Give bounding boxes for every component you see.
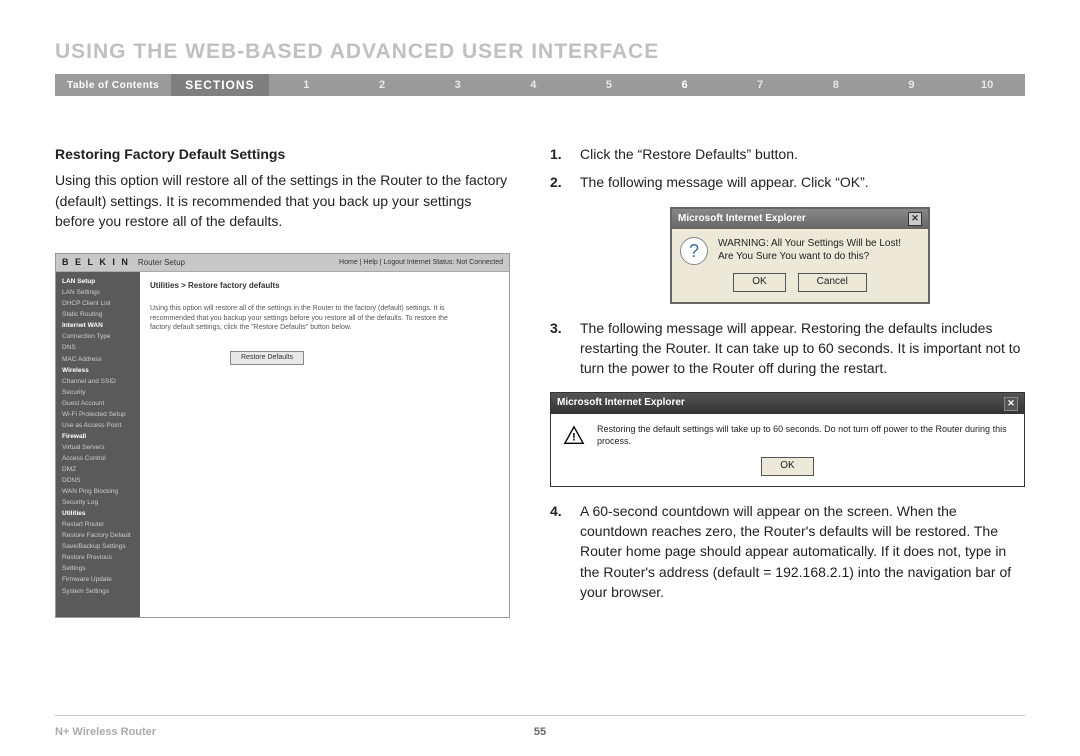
sidebar-item[interactable]: Wi-Fi Protected Setup: [62, 409, 134, 420]
sidebar-item[interactable]: LAN Setup: [62, 276, 134, 287]
left-column: Restoring Factory Default Settings Using…: [55, 144, 510, 618]
router-subtitle: Router Setup: [138, 257, 185, 269]
section-link-3[interactable]: 3: [420, 79, 496, 91]
left-paragraph: Using this option will restore all of th…: [55, 170, 510, 231]
ok-button[interactable]: OK: [761, 457, 813, 476]
sidebar-item[interactable]: Access Control: [62, 453, 134, 464]
cancel-button[interactable]: Cancel: [798, 273, 867, 292]
right-column: 1. Click the “Restore Defaults” button. 2…: [550, 144, 1025, 618]
restoring-dialog: Microsoft Internet Explorer ✕ ! Restorin…: [550, 392, 1025, 486]
sidebar-item[interactable]: WAN Ping Blocking: [62, 486, 134, 497]
sidebar-item[interactable]: Use as Access Point: [62, 420, 134, 431]
section-navbar: Table of Contents SECTIONS 12345678910: [55, 74, 1025, 96]
page-number: 55: [534, 726, 546, 738]
section-link-7[interactable]: 7: [722, 79, 798, 91]
close-icon[interactable]: ✕: [1004, 397, 1018, 411]
dialog-title: Microsoft Internet Explorer: [557, 396, 685, 411]
dialog-msg: Restoring the default settings will take…: [597, 424, 1012, 447]
sidebar-item[interactable]: LAN Settings: [62, 287, 134, 298]
sidebar-item[interactable]: DNS: [62, 342, 134, 353]
sidebar-item[interactable]: Security Log: [62, 497, 134, 508]
router-toolbar: Home | Help | Logout Internet Status: No…: [339, 258, 503, 268]
section-link-5[interactable]: 5: [571, 79, 647, 91]
sidebar-item[interactable]: Utilities: [62, 508, 134, 519]
router-desc: Using this option will restore all of th…: [150, 304, 450, 333]
sidebar-item[interactable]: Internet WAN: [62, 320, 134, 331]
dialog-line1: WARNING: All Your Settings Will be Lost!: [718, 237, 901, 250]
page-title: USING THE WEB-BASED ADVANCED USER INTERF…: [55, 40, 1025, 64]
router-screenshot: B E L K I N Router Setup Home | Help | L…: [55, 253, 510, 618]
sidebar-item[interactable]: Restore Previous Settings: [62, 552, 134, 574]
section-link-8[interactable]: 8: [798, 79, 874, 91]
sidebar-item[interactable]: Firewall: [62, 431, 134, 442]
sidebar-item[interactable]: Virtual Servers: [62, 442, 134, 453]
step-num: 4.: [550, 501, 568, 602]
step-num: 3.: [550, 318, 568, 379]
step-num: 2.: [550, 172, 568, 192]
restore-defaults-button[interactable]: Restore Defaults: [230, 351, 304, 365]
sidebar-item[interactable]: DMZ: [62, 464, 134, 475]
close-icon[interactable]: ✕: [908, 212, 922, 226]
section-link-4[interactable]: 4: [495, 79, 571, 91]
dialog-title: Microsoft Internet Explorer: [678, 212, 806, 227]
sidebar-item[interactable]: Static Routing: [62, 309, 134, 320]
sidebar-item[interactable]: Security: [62, 387, 134, 398]
toc-link[interactable]: Table of Contents: [55, 80, 171, 91]
sidebar-item[interactable]: Restart Router: [62, 519, 134, 530]
sidebar-item[interactable]: Wireless: [62, 365, 134, 376]
page-footer: N+ Wireless Router 55: [55, 715, 1025, 738]
svg-text:!: !: [572, 431, 576, 443]
sidebar-item[interactable]: MAC Address: [62, 354, 134, 365]
sidebar-item[interactable]: DHCP Client List: [62, 298, 134, 309]
ok-button[interactable]: OK: [733, 273, 785, 292]
warning-dialog: Microsoft Internet Explorer ✕ ? WARNING:…: [670, 207, 930, 304]
question-icon: ?: [680, 237, 708, 265]
step-4: A 60-second countdown will appear on the…: [580, 501, 1025, 602]
sidebar-item[interactable]: Firmware Update: [62, 574, 134, 585]
sections-label: SECTIONS: [171, 74, 268, 96]
step-3: The following message will appear. Resto…: [580, 318, 1025, 379]
section-link-6[interactable]: 6: [647, 79, 723, 91]
sidebar-item[interactable]: System Settings: [62, 586, 134, 597]
step-num: 1.: [550, 144, 568, 164]
section-number-list: 12345678910: [269, 79, 1025, 91]
sidebar-item[interactable]: Save/Backup Settings: [62, 541, 134, 552]
step-2: The following message will appear. Click…: [580, 172, 1025, 192]
dialog-line2: Are You Sure You want to do this?: [718, 250, 901, 263]
sidebar-item[interactable]: Channel and SSID: [62, 376, 134, 387]
sidebar-item[interactable]: Connection Type: [62, 331, 134, 342]
sidebar-item[interactable]: Guest Account: [62, 398, 134, 409]
router-logo: B E L K I N: [62, 256, 130, 269]
section-link-1[interactable]: 1: [269, 79, 345, 91]
router-breadcrumb: Utilities > Restore factory defaults: [150, 280, 499, 292]
section-link-2[interactable]: 2: [344, 79, 420, 91]
sidebar-item[interactable]: DDNS: [62, 475, 134, 486]
section-link-10[interactable]: 10: [949, 79, 1025, 91]
section-link-9[interactable]: 9: [874, 79, 950, 91]
product-label: N+ Wireless Router: [55, 726, 156, 738]
left-heading: Restoring Factory Default Settings: [55, 144, 510, 164]
sidebar-item[interactable]: Restore Factory Default: [62, 530, 134, 541]
step-1: Click the “Restore Defaults” button.: [580, 144, 1025, 164]
warning-icon: !: [563, 425, 585, 447]
router-sidebar: LAN SetupLAN SettingsDHCP Client ListSta…: [56, 272, 140, 617]
